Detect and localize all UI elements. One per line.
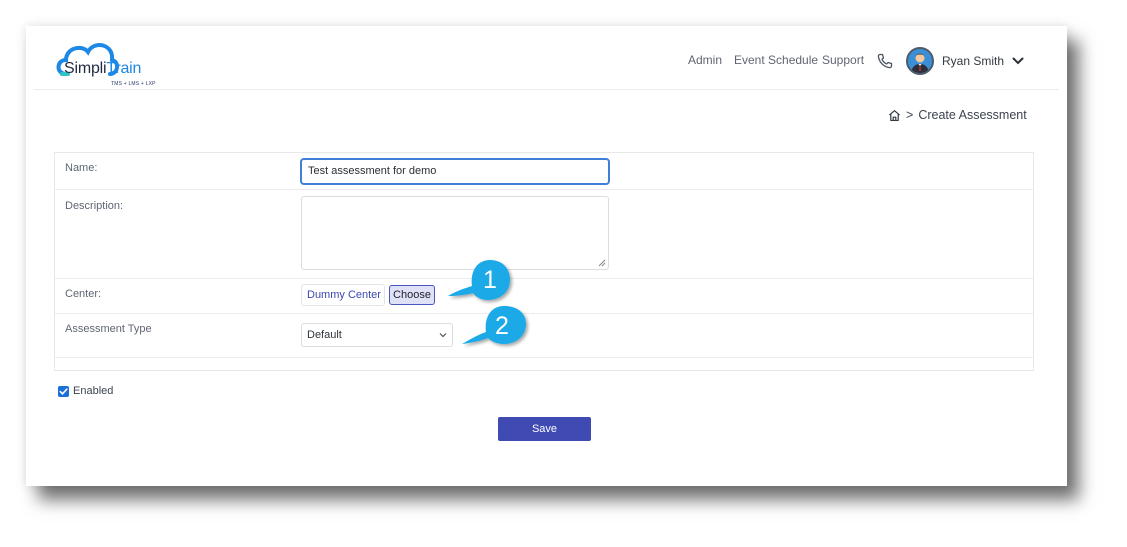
phone-icon[interactable] bbox=[877, 53, 893, 69]
logo-text: SimpliTrain bbox=[64, 60, 142, 77]
assessment-type-label: Assessment Type bbox=[65, 323, 152, 335]
enabled-label: Enabled bbox=[73, 385, 114, 397]
top-header: SimpliTrain TMS + LMS + LXP Admin Event … bbox=[34, 26, 1059, 90]
breadcrumb-current: Create Assessment bbox=[918, 108, 1027, 122]
resize-handle-icon[interactable] bbox=[597, 258, 606, 267]
user-avatar-icon bbox=[908, 49, 932, 73]
chevron-down-icon bbox=[439, 333, 447, 338]
description-label: Description: bbox=[65, 200, 124, 212]
choose-button[interactable]: Choose bbox=[389, 285, 435, 305]
home-icon[interactable] bbox=[888, 109, 901, 122]
form-row-name: Name: Test assessment for demo bbox=[55, 153, 1033, 190]
checkmark-icon bbox=[59, 387, 68, 395]
center-label: Center: bbox=[65, 288, 102, 300]
avatar[interactable] bbox=[906, 47, 934, 75]
nav-event-schedule[interactable]: Event Schedule bbox=[734, 53, 818, 67]
user-name[interactable]: Ryan Smith bbox=[942, 54, 1004, 68]
callout-number-2: 2 bbox=[495, 312, 509, 340]
chevron-down-icon[interactable] bbox=[1012, 56, 1024, 66]
callout-2: 2 bbox=[460, 300, 550, 360]
enabled-checkbox[interactable] bbox=[58, 385, 69, 397]
name-label: Name: bbox=[65, 162, 98, 174]
assessment-type-value: Default bbox=[307, 329, 342, 341]
logo-tagline: TMS + LMS + LXP bbox=[111, 81, 156, 87]
callout-number-1: 1 bbox=[483, 266, 497, 294]
enabled-checkbox-group[interactable]: Enabled bbox=[58, 385, 113, 397]
save-button[interactable]: Save bbox=[498, 417, 591, 441]
assessment-type-select[interactable]: Default bbox=[301, 323, 453, 347]
nav-admin[interactable]: Admin bbox=[688, 53, 722, 67]
breadcrumb-separator: > bbox=[906, 108, 914, 122]
nav-support[interactable]: Support bbox=[822, 53, 864, 67]
logo[interactable]: SimpliTrain TMS + LMS + LXP bbox=[54, 38, 174, 88]
app-window: SimpliTrain TMS + LMS + LXP Admin Event … bbox=[26, 26, 1067, 486]
center-value: Dummy Center bbox=[301, 284, 385, 306]
form-row-description: Description: bbox=[55, 190, 1033, 279]
name-input[interactable]: Test assessment for demo bbox=[300, 158, 610, 185]
breadcrumb: > Create Assessment bbox=[888, 108, 1027, 122]
